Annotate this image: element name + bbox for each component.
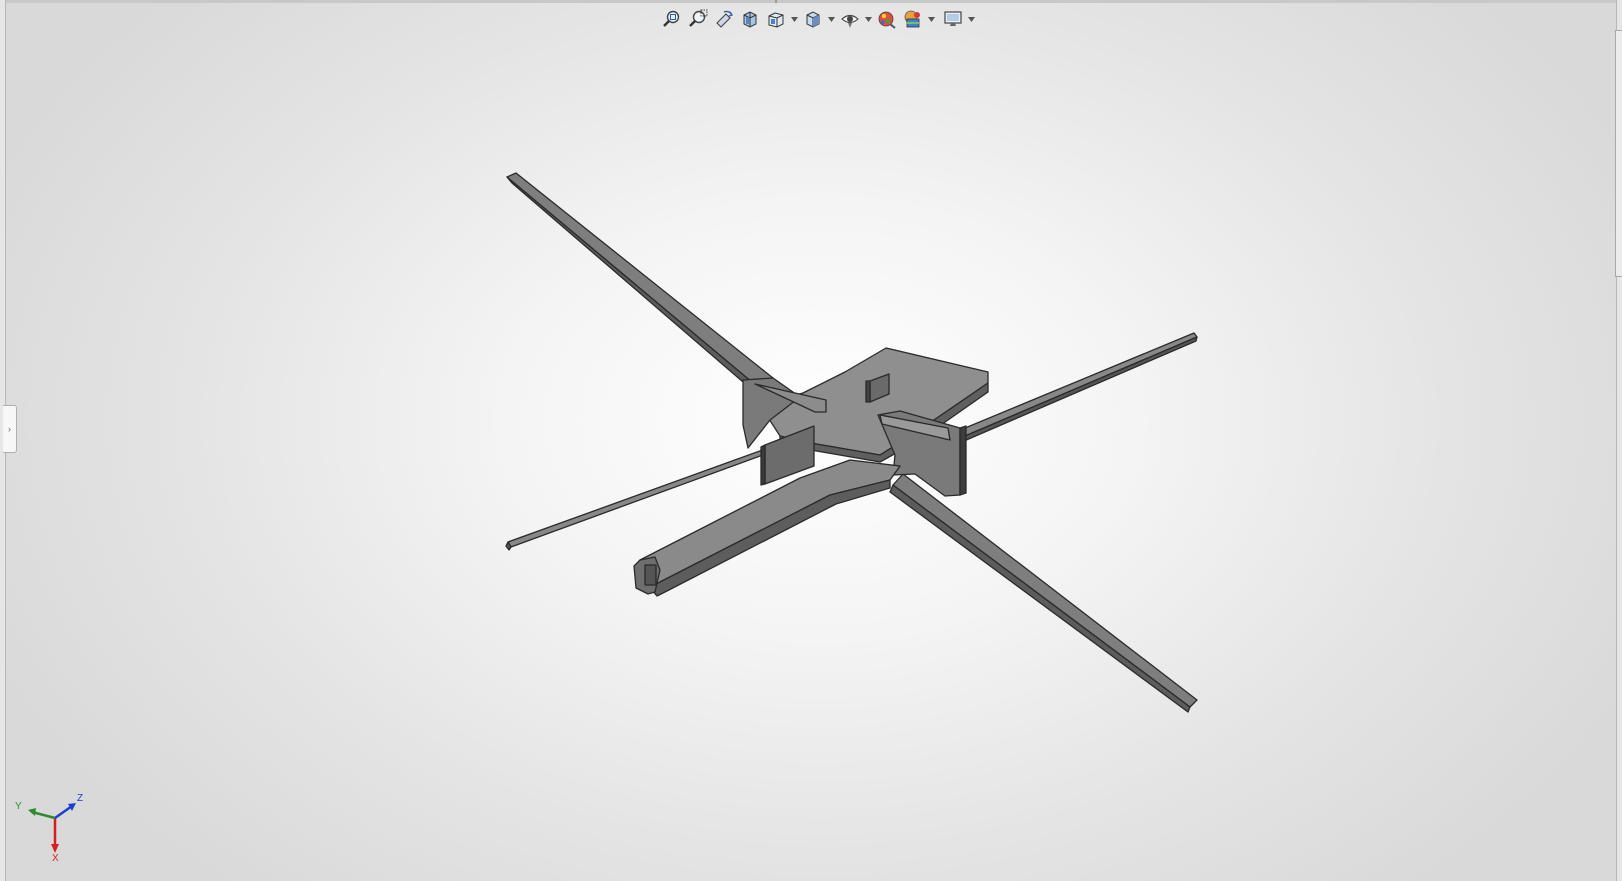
y-axis-arrow [28, 808, 36, 816]
blade-upper-left[interactable] [506, 172, 774, 395]
coordinate-triad: X Y Z [15, 793, 83, 863]
z-axis-line [54, 804, 73, 820]
graphics-area[interactable] [0, 0, 1622, 881]
y-axis-label: Y [15, 801, 22, 812]
y-axis-line [31, 810, 56, 820]
model-assembly[interactable] [505, 172, 1198, 713]
blade-lower-right[interactable] [889, 473, 1198, 713]
x-axis-arrow [51, 844, 59, 853]
x-axis-label: X [52, 853, 59, 863]
z-axis-label: Z [77, 793, 83, 804]
